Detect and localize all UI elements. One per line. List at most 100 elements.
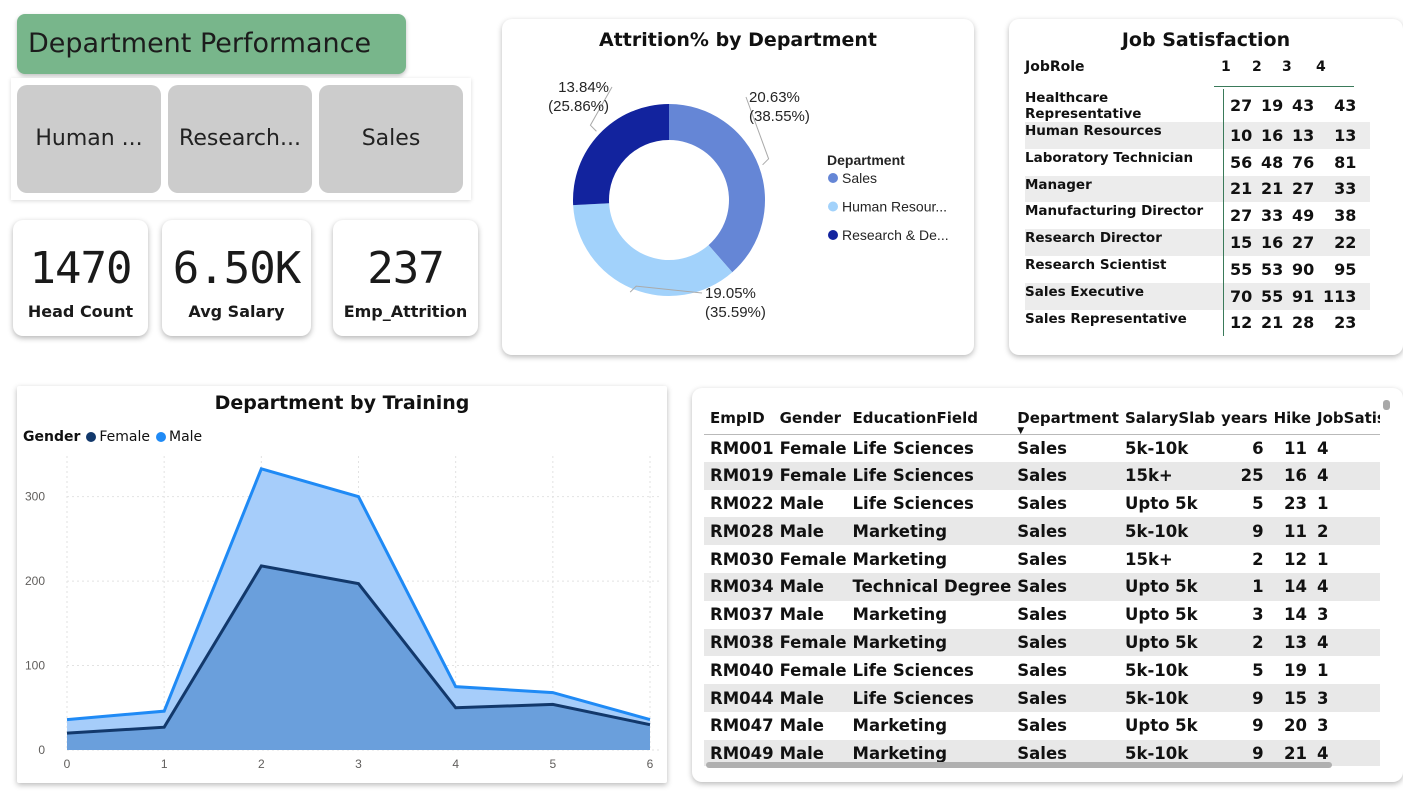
table-cell: 5 xyxy=(1252,493,1264,513)
matrix-cell: 33 xyxy=(1261,206,1284,226)
table-cell: Female xyxy=(779,438,847,458)
table-cell: Marketing xyxy=(852,716,948,736)
table-cell: Sales xyxy=(1017,549,1067,569)
donut-legend-marker xyxy=(828,201,838,212)
employee-table: EmpID Gender EducationField Department ▼ Sala… xyxy=(704,402,1380,766)
matrix-cell: 38 xyxy=(1334,206,1357,226)
job-satisfaction-card: Job Satisfaction JobRole 1234 Healthcare… xyxy=(1009,19,1403,355)
slicer-item-research[interactable]: Research... xyxy=(168,85,312,193)
matrix-row: Manager 21 21 27 33 xyxy=(1025,175,1371,203)
matrix-row-label: Healthcare Representative xyxy=(1025,90,1142,122)
donut-legend-label[interactable]: Research & De... xyxy=(842,227,949,243)
employee-table-viewport[interactable]: EmpID Gender EducationField Department ▼ Sala… xyxy=(704,402,1380,766)
table-cell: 2 xyxy=(1311,517,1380,546)
satisfaction-level-header[interactable]: 4 xyxy=(1316,59,1326,75)
donut-data-label: (25.86%) xyxy=(548,98,609,115)
table-row[interactable]: RM044 Male Life Sciences Sales 5k-10k 9 15 3 xyxy=(704,684,1380,712)
donut-legend-label[interactable]: Sales xyxy=(842,170,877,186)
table-cell: RM034 xyxy=(704,572,774,601)
matrix-row: Sales Representative 12 21 28 23 xyxy=(1025,309,1370,337)
table-cell: Marketing xyxy=(852,549,948,569)
slicer-item-human-resources[interactable]: Human ... xyxy=(17,85,161,193)
column-header[interactable]: EmpID xyxy=(704,402,774,435)
vertical-scrollbar[interactable] xyxy=(1383,400,1390,410)
matrix-cell: 49 xyxy=(1292,206,1315,226)
table-cell: Female xyxy=(773,461,847,490)
area-chart: 0 100 200 300 0 1 2 3 4 5 6 xyxy=(25,456,660,771)
table-cell: RM022 xyxy=(710,493,774,513)
table-cell: 6 xyxy=(1252,438,1264,458)
matrix-cell: 27 xyxy=(1286,175,1317,203)
donut-legend-label[interactable]: Human Resour... xyxy=(842,199,947,215)
table-row[interactable]: RM040 Female Life Sciences Sales 5k-10k 5 19 1 xyxy=(704,656,1380,684)
table-cell: Sales xyxy=(1011,461,1119,490)
department-slicer: Human ... Research... Sales xyxy=(11,78,471,200)
kpi-value: 237 xyxy=(367,243,444,294)
table-cell: Male xyxy=(773,517,847,546)
satisfaction-level-header[interactable]: 3 xyxy=(1282,59,1292,75)
table-cell: Upto 5k xyxy=(1118,628,1216,657)
table-cell: Male xyxy=(779,716,824,736)
table-cell: Life Sciences xyxy=(846,684,1012,712)
table-row[interactable]: RM030 Female Marketing Sales 15k+ 2 12 1 xyxy=(704,545,1380,573)
matrix-row: Manufacturing Director 27 33 49 38 xyxy=(1025,202,1370,230)
table-cell: RM040 xyxy=(710,660,774,680)
slicer-item-sales[interactable]: Sales xyxy=(319,85,463,193)
donut-slice[interactable] xyxy=(573,104,669,206)
column-header[interactable]: Gender xyxy=(773,402,847,435)
table-cell: Upto 5k xyxy=(1124,493,1198,513)
table-cell: RM001 xyxy=(710,438,774,458)
satisfaction-level-header[interactable]: 2 xyxy=(1252,59,1262,75)
satisfaction-level-header[interactable]: 1 xyxy=(1221,59,1231,75)
table-row[interactable]: RM038 Female Marketing Sales Upto 5k 2 13 4 xyxy=(704,628,1380,657)
donut-data-label: (35.59%) xyxy=(705,304,766,321)
column-header[interactable]: EducationField xyxy=(846,402,1012,435)
column-header[interactable]: years xyxy=(1215,402,1268,435)
table-cell: 1 xyxy=(1317,660,1329,680)
table-cell: Sales xyxy=(1011,517,1119,546)
table-cell: 11 xyxy=(1284,438,1308,458)
table-cell: 14 xyxy=(1284,605,1308,625)
table-cell: Sales xyxy=(1011,628,1119,657)
matrix-row-label: Manufacturing Director xyxy=(1025,203,1204,220)
donut-slice[interactable] xyxy=(669,104,765,273)
matrix-cell: 28 xyxy=(1292,313,1315,333)
table-cell: Sales xyxy=(1017,605,1067,625)
table-cell: 15k+ xyxy=(1118,461,1216,490)
matrix-cell: 76 xyxy=(1292,152,1315,172)
table-cell: RM038 xyxy=(704,628,774,657)
table-cell: RM019 xyxy=(704,461,774,490)
matrix-cell: 95 xyxy=(1334,259,1357,279)
table-cell: Male xyxy=(779,605,824,625)
horizontal-scrollbar[interactable] xyxy=(706,762,1332,768)
kpi-label: Emp_Attrition xyxy=(343,302,468,321)
matrix-cell: 53 xyxy=(1261,259,1284,279)
table-row[interactable]: RM028 Male Marketing Sales 5k-10k 9 11 2 xyxy=(704,517,1380,546)
table-cell: Life Sciences xyxy=(852,493,974,513)
donut-legend-title: Department xyxy=(827,152,905,168)
column-header[interactable]: SalarySlab xyxy=(1118,402,1216,435)
table-row[interactable]: RM022 Male Life Sciences Sales Upto 5k 5 23 1 xyxy=(704,490,1380,518)
table-row[interactable]: RM019 Female Life Sciences Sales 15k+ 25 16 4 xyxy=(704,461,1380,490)
jobrole-header: JobRole xyxy=(1025,59,1085,75)
table-row[interactable]: RM037 Male Marketing Sales Upto 5k 3 14 3 xyxy=(704,601,1380,629)
donut-slice[interactable] xyxy=(573,203,733,296)
column-header[interactable]: JobSatisf xyxy=(1311,402,1380,435)
table-cell: Male xyxy=(773,572,847,601)
table-cell: 4 xyxy=(1317,438,1329,458)
table-row[interactable]: RM047 Male Marketing Sales Upto 5k 9 20 3 xyxy=(704,712,1380,740)
x-tick-label: 6 xyxy=(647,757,654,771)
donut-legend-marker xyxy=(828,230,838,240)
table-cell: 12 xyxy=(1284,549,1308,569)
table-cell: 3 xyxy=(1317,716,1329,736)
column-header[interactable]: Department ▼ xyxy=(1011,402,1119,436)
table-row[interactable]: RM001 Female Life Sciences Sales 5k-10k 6 11 4 xyxy=(704,434,1380,462)
table-cell: 15k+ xyxy=(1124,549,1173,569)
matrix-row-label: Human Resources xyxy=(1025,122,1223,149)
table-row[interactable]: RM034 Male Technical Degree Sales Upto 5k 1 14… xyxy=(704,572,1380,601)
sort-descending-icon[interactable]: ▼ xyxy=(1017,426,1024,436)
table-cell: Male xyxy=(773,684,847,712)
table-cell: 23 xyxy=(1284,493,1308,513)
column-header[interactable]: Hike xyxy=(1267,402,1312,435)
table-cell: Sales xyxy=(1017,660,1067,680)
